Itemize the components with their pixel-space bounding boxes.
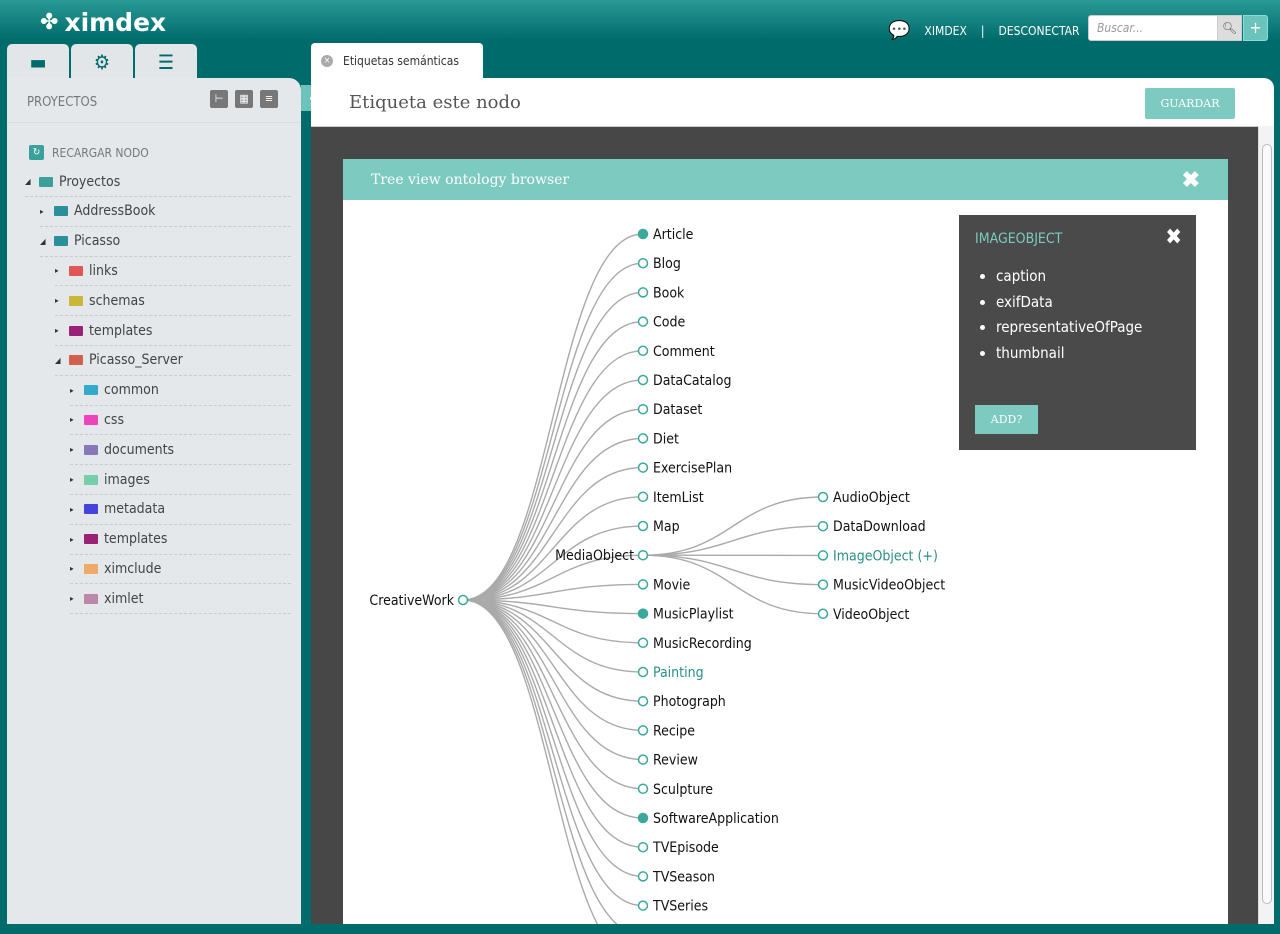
tree-node-label[interactable]: ExercisePlan	[653, 461, 732, 477]
tree-node[interactable]	[637, 871, 649, 882]
property-item[interactable]: thumbnail	[996, 344, 1142, 370]
tree-node[interactable]	[637, 433, 649, 444]
tree-node[interactable]	[637, 374, 649, 386]
tree-link	[462, 599, 644, 702]
tree-node[interactable]	[457, 594, 469, 606]
tree-node[interactable]	[637, 257, 649, 269]
tree-link	[462, 408, 644, 601]
tree-node[interactable]	[637, 754, 649, 765]
tree-link	[462, 599, 599, 924]
property-item[interactable]: representativeOfPage	[996, 318, 1142, 344]
tree-node-label[interactable]: ImageObject (+)	[833, 548, 938, 564]
tree-node[interactable]	[637, 462, 649, 473]
tree-node[interactable]	[637, 725, 649, 736]
property-item[interactable]: caption	[996, 267, 1142, 293]
tree-node[interactable]	[817, 608, 829, 620]
tree-node[interactable]	[817, 491, 829, 503]
tree-node[interactable]	[637, 287, 649, 298]
tree-node[interactable]	[637, 637, 649, 649]
tree-node[interactable]	[817, 579, 829, 590]
ontology-tree: Article Blog Book Code Comment DataCatalog Dat…	[369, 227, 945, 924]
tree-node-label[interactable]: TVEpisode	[652, 840, 719, 856]
info-panel: IMAGEOBJECT ✖ captionexifDatarepresentat…	[959, 215, 1196, 450]
tree-node[interactable]	[637, 579, 649, 590]
tree-node[interactable]	[637, 549, 649, 561]
tree-node[interactable]	[817, 520, 829, 532]
close-info-icon[interactable]: ✖	[1165, 225, 1182, 250]
tree-node-label[interactable]: TVSeason	[652, 869, 715, 885]
tree-link	[462, 379, 644, 601]
tree-node-label[interactable]: CreativeWork	[369, 593, 454, 609]
tree-node-label[interactable]: Sculpture	[653, 782, 713, 798]
info-title: IMAGEOBJECT	[975, 231, 1063, 247]
tree-node-label[interactable]: DataCatalog	[653, 373, 731, 389]
tree-node-label[interactable]: Recipe	[653, 723, 695, 739]
tree-node-label[interactable]: Article	[653, 227, 694, 243]
tree-link	[462, 599, 644, 761]
tree-node-label[interactable]: Photograph	[653, 694, 726, 710]
tree-node[interactable]	[637, 812, 649, 824]
tree-node-label[interactable]: MusicVideoObject	[833, 578, 945, 594]
add-button[interactable]: ADD?	[975, 405, 1038, 434]
tree-node[interactable]	[637, 695, 649, 707]
tree-node-label[interactable]: ItemList	[653, 490, 704, 506]
tree-link	[462, 599, 644, 907]
tree-node-label[interactable]: Diet	[653, 431, 679, 447]
tree-node-label[interactable]: Painting	[653, 665, 704, 681]
tree-node[interactable]	[637, 228, 649, 240]
tree-node-label[interactable]: TVSeries	[652, 899, 708, 915]
tree-link	[462, 466, 644, 601]
tree-node[interactable]	[637, 345, 649, 357]
tree-node-label[interactable]: VideoObject	[833, 607, 909, 623]
tree-node-label[interactable]: Book	[653, 285, 685, 301]
tree-link	[462, 599, 619, 924]
tree-node-label[interactable]: MusicRecording	[653, 636, 752, 652]
tree-node[interactable]	[637, 783, 649, 795]
tree-node-label[interactable]: Blog	[653, 256, 681, 272]
tree-node-label[interactable]: Review	[653, 753, 698, 769]
tree-node[interactable]	[637, 608, 649, 619]
tree-node[interactable]	[817, 550, 829, 561]
tree-node-label[interactable]: AudioObject	[833, 490, 910, 506]
tree-node[interactable]	[637, 491, 649, 503]
tree-node-label[interactable]: Movie	[653, 577, 691, 593]
tree-node[interactable]	[637, 403, 649, 415]
property-item[interactable]: exifData	[996, 293, 1142, 319]
tree-node-label[interactable]: Dataset	[653, 402, 702, 418]
tree-link	[462, 599, 644, 819]
tree-node[interactable]	[637, 316, 649, 327]
tree-link	[462, 233, 644, 601]
tree-node-label[interactable]: Map	[653, 519, 680, 535]
tree-node[interactable]	[637, 900, 649, 911]
tree-node-label[interactable]: SoftwareApplication	[653, 811, 779, 827]
tree-node[interactable]	[637, 520, 649, 532]
tree-link	[462, 599, 644, 790]
tree-node-label[interactable]: MediaObject	[555, 548, 634, 564]
tree-node-label[interactable]: Comment	[653, 344, 715, 360]
tree-node-label[interactable]: MusicPlaylist	[653, 607, 734, 623]
tree-node-label[interactable]: Code	[653, 315, 686, 331]
tree-node-label[interactable]: DataDownload	[833, 519, 926, 535]
tree-node[interactable]	[637, 841, 649, 853]
tree-link	[462, 599, 644, 732]
tree-node[interactable]	[637, 666, 649, 678]
